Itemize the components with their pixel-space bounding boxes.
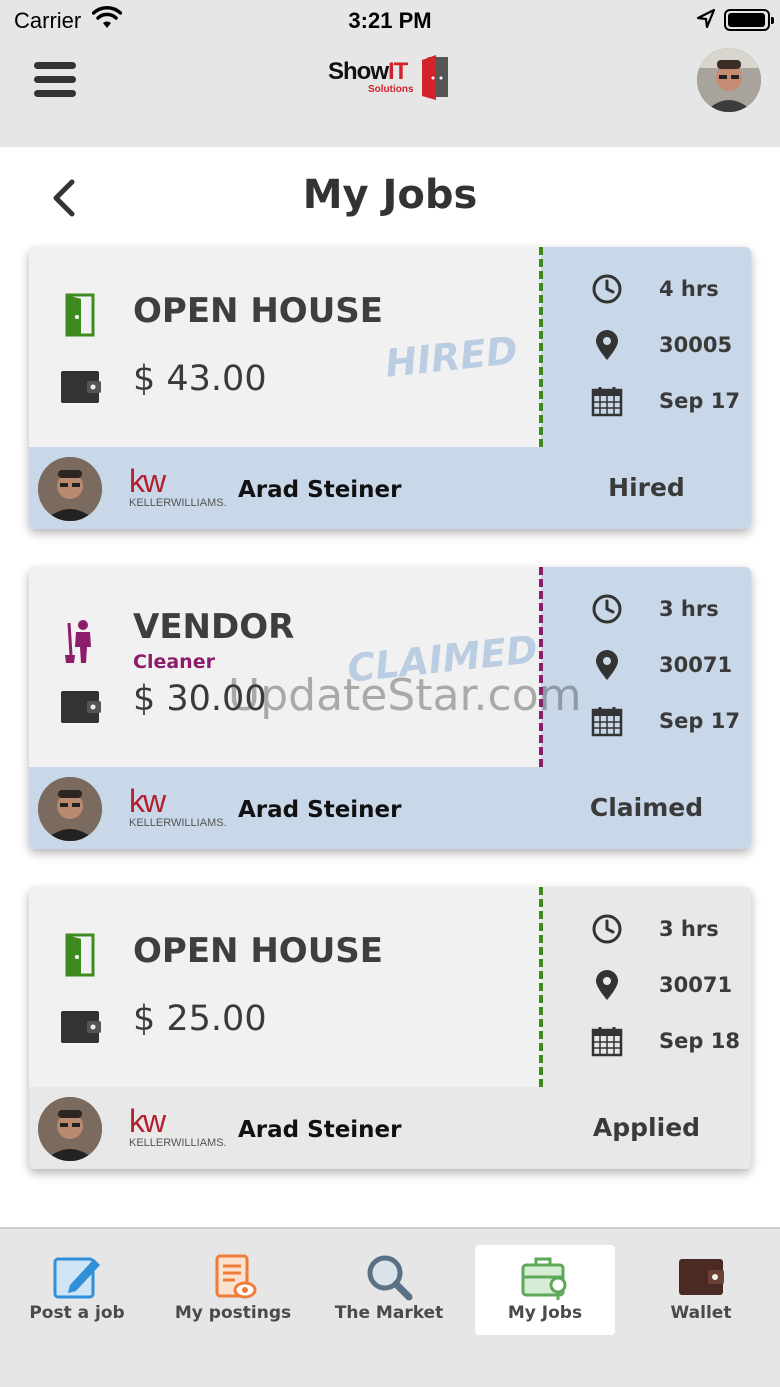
avatar <box>38 1097 102 1161</box>
job-type: OPEN HOUSE <box>133 931 384 971</box>
job-footer: kw KELLERWILLIAMS. Arad Steiner Claimed <box>29 767 751 849</box>
job-card[interactable]: OPEN HOUSE $ 25.00 3 hrs 30071 Sep 18 kw… <box>29 887 751 1169</box>
job-price: $ 25.00 <box>133 999 267 1039</box>
hamburger-icon-bar <box>34 90 76 97</box>
briefcase-icon <box>521 1257 567 1300</box>
job-date: Sep 17 <box>659 389 740 413</box>
calendar-icon <box>591 1027 623 1057</box>
keller-williams-logo: kw KELLERWILLIAMS. <box>129 463 227 509</box>
tab-label: Wallet <box>670 1303 732 1323</box>
job-duration: 3 hrs <box>659 917 719 941</box>
logo-text: ShowIT <box>328 58 408 85</box>
job-card[interactable]: VENDOR Cleaner $ 30.00 CLAIMED 3 hrs 300… <box>29 567 751 849</box>
page-title: My Jobs <box>302 172 478 218</box>
job-date: Sep 18 <box>659 1029 740 1053</box>
tab-wallet[interactable]: Wallet <box>631 1245 771 1335</box>
job-card[interactable]: OPEN HOUSE $ 43.00 HIRED 4 hrs 30005 Sep… <box>29 247 751 529</box>
location-arrow-icon <box>696 8 716 36</box>
tab-label: Post a job <box>29 1303 125 1323</box>
job-date: Sep 17 <box>659 709 740 733</box>
door-icon <box>65 293 95 337</box>
agent-name: Arad Steiner <box>238 477 402 503</box>
wallet-icon <box>61 371 101 403</box>
status-badge: Hired <box>608 473 685 502</box>
door-logo-icon <box>422 55 448 100</box>
app-logo: ShowIT Solutions <box>328 52 458 102</box>
card-divider <box>539 887 543 1087</box>
keller-williams-logo: kw KELLERWILLIAMS. <box>129 1103 227 1149</box>
job-duration: 3 hrs <box>659 597 719 621</box>
hamburger-icon-bar <box>34 76 76 83</box>
clock-icon <box>592 594 622 624</box>
tab-post-a-job[interactable]: Post a job <box>7 1245 147 1335</box>
clock-time: 3:21 PM <box>348 8 432 33</box>
app-header: Carrier 3:21 PM ShowIT Solutions <box>0 0 780 147</box>
status-bar: Carrier 3:21 PM <box>0 0 780 40</box>
job-details: 4 hrs 30005 Sep 17 <box>541 247 751 447</box>
location-pin-icon <box>596 650 618 680</box>
calendar-icon <box>591 707 623 737</box>
job-summary: OPEN HOUSE $ 25.00 <box>29 887 541 1087</box>
tab-the-market[interactable]: The Market <box>319 1245 459 1335</box>
job-summary: OPEN HOUSE $ 43.00 HIRED <box>29 247 541 447</box>
hamburger-icon-bar <box>34 62 76 69</box>
job-type: VENDOR <box>133 607 295 647</box>
location-pin-icon <box>596 330 618 360</box>
door-icon <box>65 933 95 977</box>
keller-williams-logo: kw KELLERWILLIAMS. <box>129 783 227 829</box>
tab-label: My Jobs <box>507 1303 583 1323</box>
agent-name: Arad Steiner <box>238 1117 402 1143</box>
avatar <box>38 777 102 841</box>
wallet-icon <box>61 691 101 723</box>
claimed-stamp: CLAIMED <box>345 627 540 691</box>
cleaner-icon <box>65 620 91 663</box>
tab-my-postings[interactable]: My postings <box>163 1245 303 1335</box>
job-details: 3 hrs 30071 Sep 17 <box>541 567 751 767</box>
job-details: 3 hrs 30071 Sep 18 <box>541 887 751 1087</box>
wallet-icon <box>679 1259 724 1295</box>
job-zip: 30071 <box>659 973 733 997</box>
battery-icon <box>724 9 774 31</box>
job-type: OPEN HOUSE <box>133 291 384 331</box>
edit-icon <box>53 1257 100 1299</box>
clock-icon <box>592 274 622 304</box>
search-icon <box>367 1255 413 1301</box>
job-price: $ 30.00 <box>133 679 267 719</box>
job-subtype: Cleaner <box>133 651 215 673</box>
tab-my-jobs[interactable]: My Jobs <box>475 1245 615 1335</box>
location-pin-icon <box>596 970 618 1000</box>
job-summary: VENDOR Cleaner $ 30.00 CLAIMED <box>29 567 541 767</box>
avatar <box>38 457 102 521</box>
job-duration: 4 hrs <box>659 277 719 301</box>
tab-bar: Post a job My postings The Market My Job… <box>0 1227 780 1387</box>
agent-name: Arad Steiner <box>238 797 402 823</box>
job-price: $ 43.00 <box>133 359 267 399</box>
calendar-icon <box>591 387 623 417</box>
document-eye-icon <box>215 1254 257 1299</box>
tab-label: The Market <box>334 1303 444 1323</box>
job-footer: kw KELLERWILLIAMS. Arad Steiner Applied <box>29 1087 751 1169</box>
status-badge: Applied <box>592 1113 701 1142</box>
tab-label: My postings <box>174 1303 292 1323</box>
job-zip: 30005 <box>659 333 733 357</box>
status-badge: Claimed <box>589 793 704 822</box>
card-divider <box>539 247 543 447</box>
hired-stamp: HIRED <box>383 328 520 386</box>
menu-button[interactable] <box>34 62 76 100</box>
wallet-icon <box>61 1011 101 1043</box>
card-divider <box>539 567 543 767</box>
job-footer: kw KELLERWILLIAMS. Arad Steiner Hired <box>29 447 751 529</box>
job-zip: 30071 <box>659 653 733 677</box>
avatar[interactable] <box>697 48 761 112</box>
logo-subtext: Solutions <box>368 84 414 95</box>
clock-icon <box>592 914 622 944</box>
